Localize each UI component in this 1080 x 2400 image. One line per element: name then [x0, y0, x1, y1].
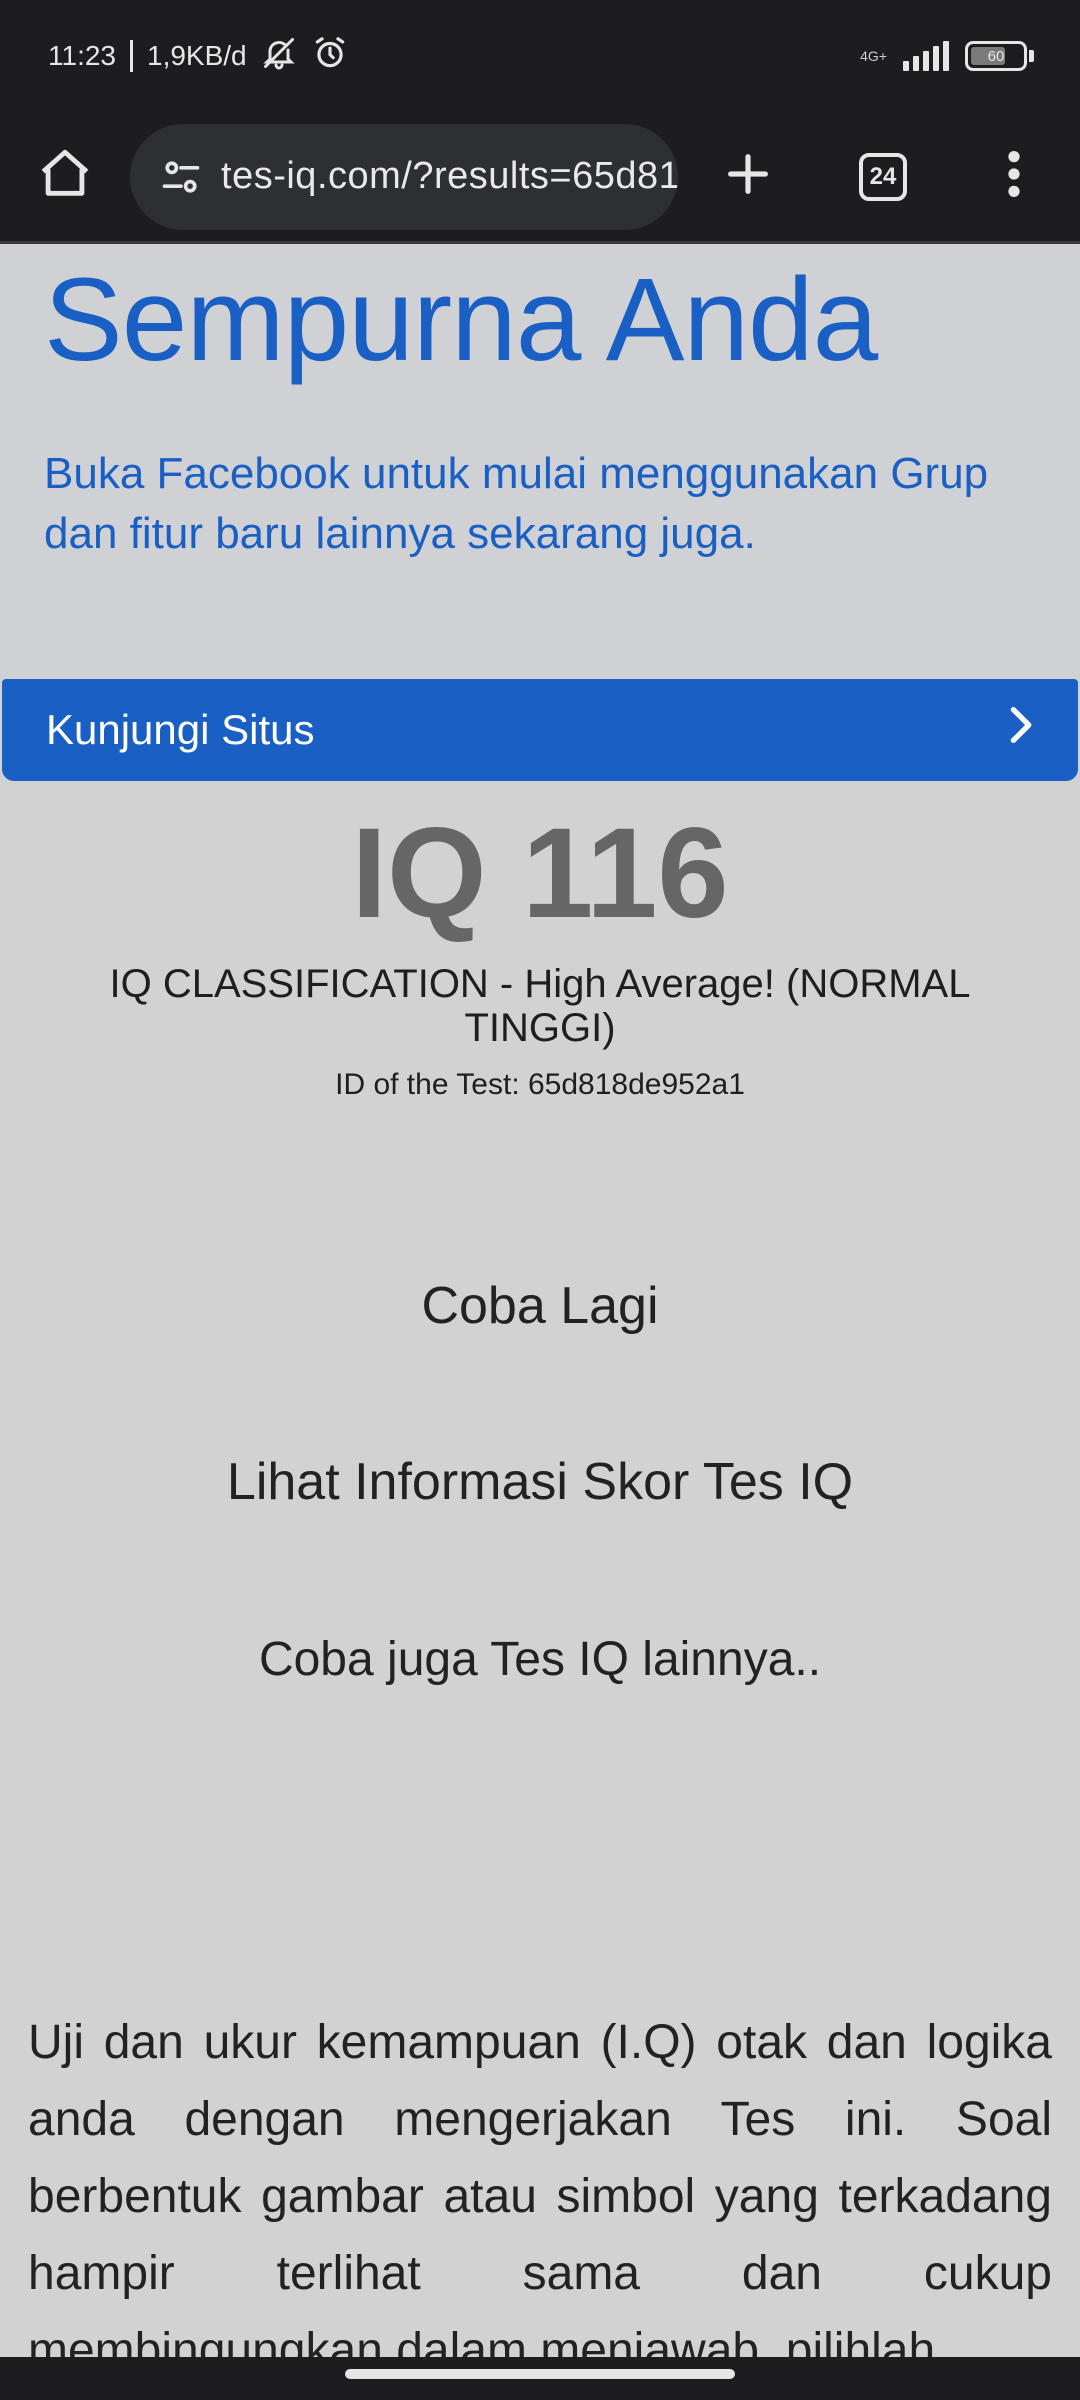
tab-switcher-button[interactable]: 24 — [818, 111, 948, 243]
alarm-icon — [311, 34, 349, 79]
browser-screen: 11:23 1,9KB/d 4G+ 60 tes-iq.com/?results… — [0, 0, 1080, 2400]
status-right: 4G+ 60 — [860, 41, 1034, 71]
site-settings-icon[interactable] — [152, 155, 209, 199]
gesture-nav-bar — [0, 2357, 1080, 2400]
iq-result: IQ 116 IQ CLASSIFICATION - High Average!… — [0, 782, 1080, 1102]
bell-muted-icon — [261, 35, 297, 78]
status-left: 11:23 1,9KB/d — [48, 34, 349, 79]
battery-level: 60 — [987, 47, 1005, 65]
more-menu-icon — [1004, 148, 1024, 205]
address-bar[interactable]: tes-iq.com/?results=65d818 — [130, 123, 678, 230]
more-menu-button[interactable] — [948, 111, 1080, 243]
network-type: 4G+ — [860, 48, 887, 64]
clock: 11:23 — [48, 40, 116, 71]
iq-classification: IQ CLASSIFICATION - High Average! (NORMA… — [109, 962, 971, 1050]
home-gesture-handle[interactable] — [345, 2368, 735, 2379]
description-paragraph: Uji dan ukur kemampuan (I.Q) otak dan lo… — [28, 2016, 1052, 2377]
status-bar: 11:23 1,9KB/d 4G+ 60 — [0, 0, 1080, 112]
battery-icon: 60 — [965, 41, 1034, 71]
ad-title: Sempurna Anda — [44, 254, 878, 386]
tab-switcher-icon: 24 — [859, 152, 907, 201]
ad-banner[interactable]: book Sempurna Anda Buka Facebook untuk m… — [0, 246, 1080, 782]
url-text[interactable]: tes-iq.com/?results=65d818 — [221, 155, 678, 198]
browser-toolbar: tes-iq.com/?results=65d818 24 — [0, 112, 1080, 244]
chevron-right-icon — [1004, 703, 1036, 757]
score-info-link[interactable]: Lihat Informasi Skor Tes IQ — [0, 1452, 1080, 1512]
visit-site-button[interactable]: Kunjungi Situs — [2, 679, 1078, 781]
signal-icon — [903, 41, 949, 71]
home-icon — [36, 145, 94, 208]
new-tab-button[interactable] — [678, 111, 818, 243]
home-button[interactable] — [0, 111, 130, 243]
ad-subtitle: Buka Facebook untuk mulai menggunakan Gr… — [44, 449, 989, 558]
new-tab-icon — [722, 148, 774, 205]
iq-score: IQ 116 — [351, 802, 729, 945]
other-tests-link[interactable]: Coba juga Tes IQ lainnya.. — [0, 1632, 1080, 1687]
net-speed: 1,9KB/d — [147, 40, 247, 71]
retry-link[interactable]: Coba Lagi — [0, 1276, 1080, 1336]
visit-site-label: Kunjungi Situs — [46, 706, 315, 753]
status-separator — [130, 40, 133, 72]
test-id: ID of the Test: 65d818de952a1 — [335, 1068, 745, 1101]
